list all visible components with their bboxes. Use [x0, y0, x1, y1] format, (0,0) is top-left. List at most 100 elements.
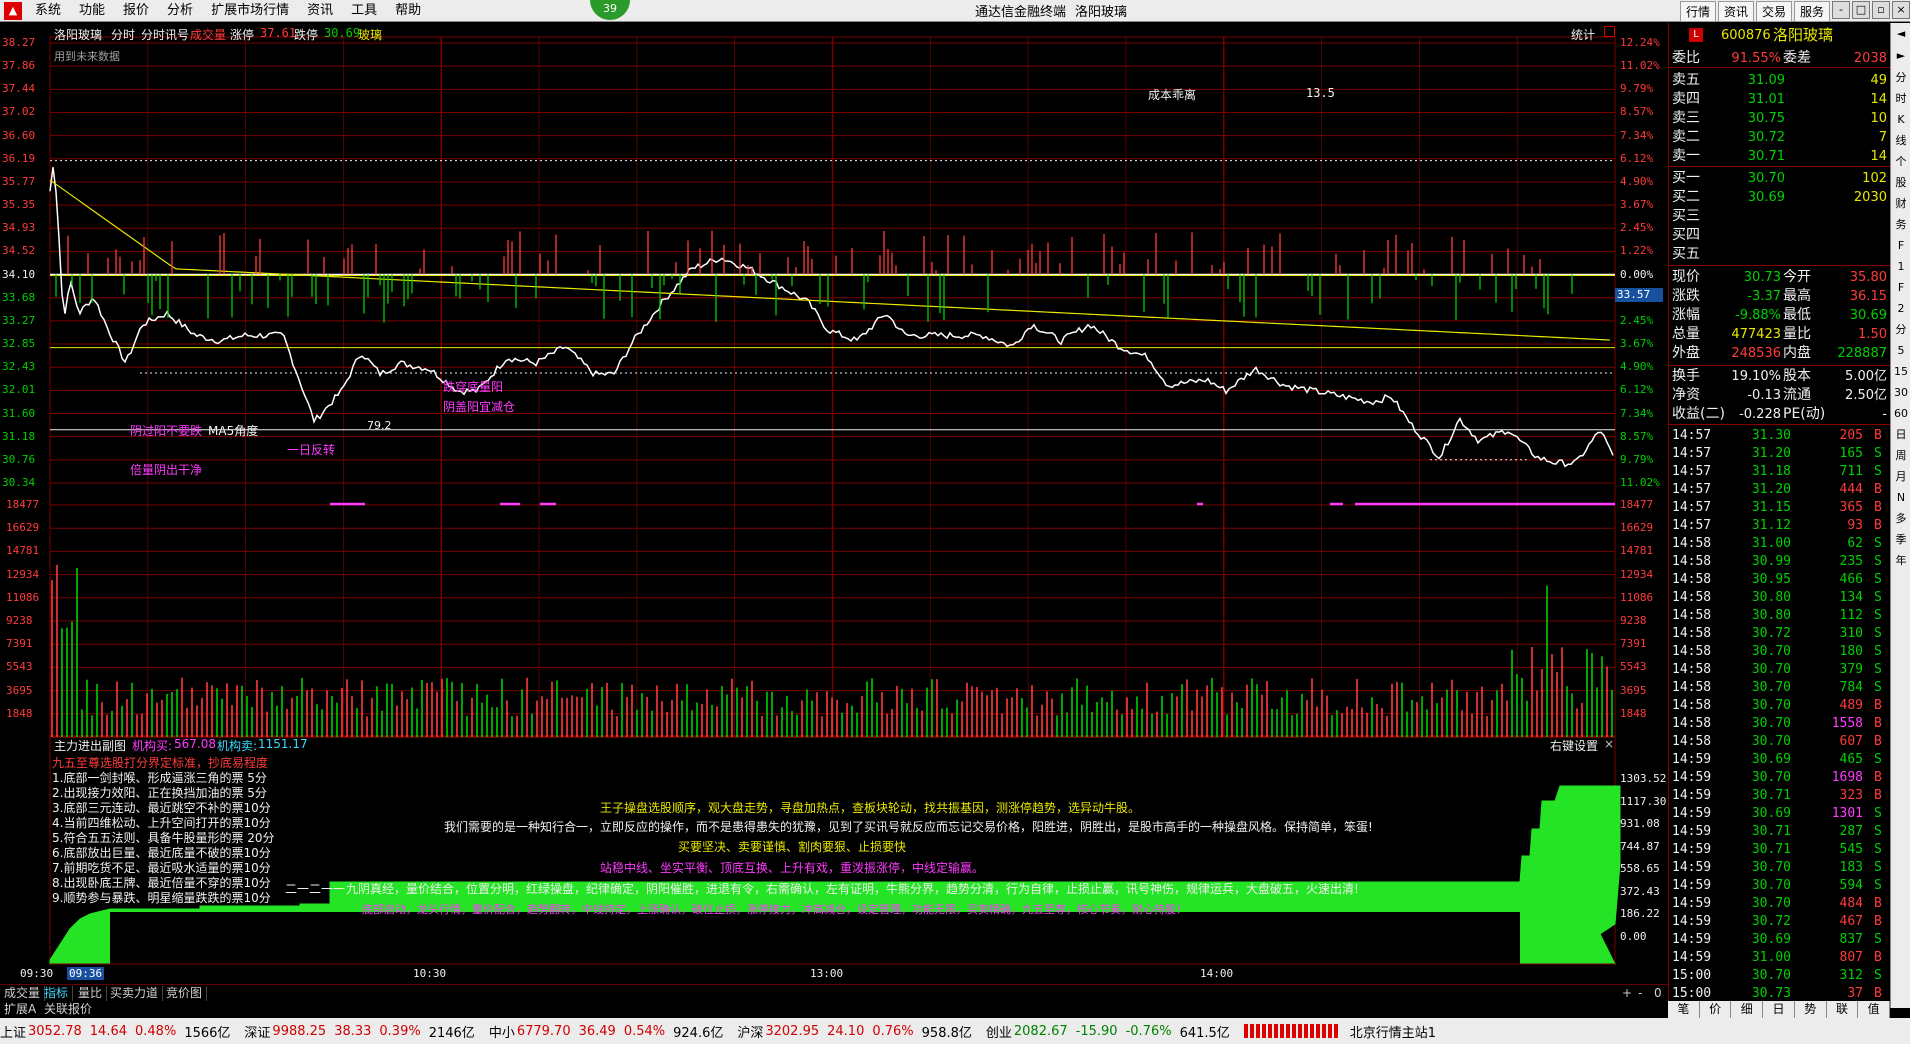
bid-row[interactable]: 买五 [1669, 245, 1891, 264]
toolbar-button[interactable]: 股 [1891, 172, 1910, 193]
minimize-icon[interactable]: - [1832, 1, 1850, 19]
tab-intraday-signal[interactable]: 分时讯号 [141, 26, 189, 43]
quote-value: -0.13 [1747, 388, 1781, 403]
tab-intraday[interactable]: 分时 [111, 26, 135, 43]
close-icon[interactable]: × [1892, 1, 1910, 19]
toolbar-button[interactable]: ◄ [1891, 23, 1910, 45]
tab-auction[interactable]: 竞价图 [162, 986, 208, 1001]
tick-time: 14:59 [1672, 878, 1712, 893]
bid-row[interactable]: 买二 30.69 2030 [1669, 188, 1891, 207]
tab-indicator[interactable]: 指标 [40, 986, 74, 1001]
toolbar-button[interactable]: F [1891, 235, 1910, 256]
service-button[interactable]: 服务 [1793, 1, 1830, 22]
toolbar-button[interactable]: 15 [1891, 361, 1910, 382]
indicator-title[interactable]: 主力进出副图 [54, 737, 126, 754]
tab-buy-sell-force[interactable]: 买卖力道 [106, 986, 164, 1001]
tab-ext-a[interactable]: 扩展A [0, 1002, 40, 1017]
toolbar-button[interactable]: 财 [1891, 193, 1910, 214]
tab-trades[interactable]: 笔 [1668, 1001, 1700, 1018]
intraday-chart-area[interactable]: 洛阳玻璃 分时 分时讯号 成交量 涨停 37.61 跌停 30.69 玻璃 统计… [0, 23, 1668, 984]
price-axis-label: 37.44 [2, 82, 36, 96]
toolbar-button[interactable]: 时 [1891, 88, 1910, 109]
index-name[interactable]: 中小 [489, 1022, 515, 1041]
toolbar-button[interactable]: F [1891, 277, 1910, 298]
tick-row: 14:59 30.69 465 S [1669, 751, 1891, 769]
quote-label: PE(动) [1783, 406, 1826, 422]
chart-close-icon[interactable] [1604, 26, 1615, 37]
toolbar-button[interactable]: 1 [1891, 256, 1910, 277]
toolbar-button[interactable]: N [1891, 487, 1910, 508]
bid-row[interactable]: 买一 30.70 102 [1669, 169, 1891, 188]
tab-trend[interactable]: 势 [1795, 1001, 1827, 1018]
menu-function[interactable]: 功能 [70, 0, 114, 22]
tab-related-quote[interactable]: 关联报价 [40, 1002, 96, 1017]
menu-ext-market[interactable]: 扩展市场行情 [202, 0, 298, 22]
app-logo-icon[interactable]: ▲ [4, 1, 22, 20]
tick-time: 14:57 [1672, 446, 1712, 461]
tab-volume[interactable]: 成交量 [0, 986, 46, 1001]
tab-volume-ratio[interactable]: 量比 [74, 986, 108, 1001]
volume-axis-label: 11086 [6, 590, 40, 604]
index-name[interactable]: 创业 [986, 1022, 1012, 1041]
ask-row[interactable]: 卖四 31.01 14 [1669, 90, 1891, 109]
menu-news[interactable]: 资讯 [298, 0, 342, 22]
menu-analysis[interactable]: 分析 [158, 0, 202, 22]
toolbar-button[interactable]: 日 [1891, 424, 1910, 445]
tab-minus[interactable]: - [1634, 986, 1646, 1001]
index-name[interactable]: 上证 [0, 1022, 26, 1041]
bid-row[interactable]: 买三 [1669, 207, 1891, 226]
tab-price[interactable]: 价 [1700, 1001, 1732, 1018]
volume-axis-label-right: 9238 [1620, 614, 1647, 627]
menu-system[interactable]: 系统 [26, 0, 70, 22]
ask-row[interactable]: 卖二 30.72 7 [1669, 128, 1891, 147]
index-percent: 0.76% [872, 1023, 914, 1039]
trade-button[interactable]: 交易 [1755, 1, 1792, 22]
tick-row: 14:59 30.71 287 S [1669, 823, 1891, 841]
toolbar-button[interactable]: ► [1891, 45, 1910, 67]
limit-up-value: 37.61 [260, 26, 297, 40]
tick-time: 14:59 [1672, 824, 1712, 839]
index-name[interactable]: 沪深 [737, 1022, 763, 1041]
tick-volume: 466 [1839, 572, 1863, 587]
menu-help[interactable]: 帮助 [386, 0, 430, 22]
ask-row[interactable]: 卖五 31.09 49 [1669, 71, 1891, 90]
toolbar-button[interactable]: 周 [1891, 445, 1910, 466]
indicator-close-icon[interactable]: × [1604, 737, 1614, 751]
news-button[interactable]: 资讯 [1717, 1, 1754, 22]
toolbar-button[interactable]: 多 [1891, 508, 1910, 529]
server-station[interactable]: 北京行情主站1 [1350, 1022, 1436, 1041]
notification-badge[interactable]: 39 [590, 0, 630, 20]
toolbar-button[interactable]: 分 [1891, 67, 1910, 88]
right-click-settings[interactable]: 右键设置 [1550, 737, 1598, 754]
maximize-icon[interactable]: ▫ [1872, 1, 1890, 19]
toolbar-button[interactable]: 月 [1891, 466, 1910, 487]
ask-row[interactable]: 卖三 30.75 10 [1669, 109, 1891, 128]
sector-label[interactable]: 玻璃 [358, 26, 382, 43]
toolbar-button[interactable]: 年 [1891, 550, 1910, 571]
toolbar-button[interactable]: 60 [1891, 403, 1910, 424]
ask-row[interactable]: 卖一 30.71 14 [1669, 147, 1891, 166]
tab-zero[interactable]: 0 [1650, 986, 1666, 1001]
toolbar-button[interactable]: 个 [1891, 151, 1910, 172]
menu-tools[interactable]: 工具 [342, 0, 386, 22]
toolbar-button[interactable]: 2 [1891, 298, 1910, 319]
menu-quote[interactable]: 报价 [114, 0, 158, 22]
tab-daily[interactable]: 日 [1763, 1001, 1795, 1018]
tab-detail[interactable]: 细 [1731, 1001, 1764, 1018]
restore-icon[interactable]: □ [1852, 1, 1870, 19]
bid-row[interactable]: 买四 [1669, 226, 1891, 245]
institution-sell-value: 1151.17 [258, 737, 308, 751]
tab-linked[interactable]: 联 [1827, 1001, 1859, 1018]
toolbar-button[interactable]: 务 [1891, 214, 1910, 235]
toolbar-button[interactable]: 季 [1891, 529, 1910, 550]
toolbar-button[interactable]: 30 [1891, 382, 1910, 403]
quote-button[interactable]: 行情 [1679, 1, 1716, 22]
tab-value[interactable]: 值 [1858, 1001, 1891, 1018]
toolbar-button[interactable]: 线 [1891, 130, 1910, 151]
index-name[interactable]: 深证 [244, 1022, 270, 1041]
toolbar-button[interactable]: K [1891, 109, 1910, 130]
toolbar-button[interactable]: 5 [1891, 340, 1910, 361]
toolbar-button[interactable]: 分 [1891, 319, 1910, 340]
stat-button[interactable]: 统计 [1571, 26, 1595, 43]
tick-time: 14:59 [1672, 770, 1712, 785]
